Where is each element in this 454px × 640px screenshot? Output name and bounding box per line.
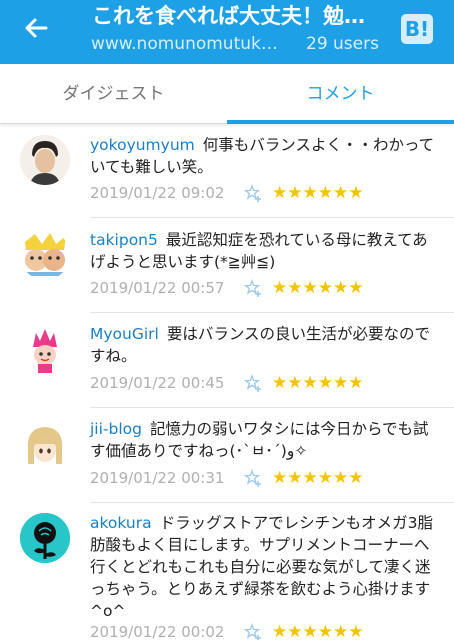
- comment-username[interactable]: jii-blog: [90, 420, 142, 438]
- cartoon-faces-avatar-icon[interactable]: [20, 230, 70, 280]
- tab-digest[interactable]: ダイジェスト: [0, 64, 227, 124]
- comment-username[interactable]: akokura: [90, 514, 152, 532]
- star-rating[interactable]: ★★★★★★: [272, 468, 363, 488]
- divider: [90, 502, 454, 503]
- star-rating[interactable]: ★★★★★★: [272, 373, 363, 393]
- comment-username[interactable]: takipon5: [90, 231, 158, 249]
- comment-text: akokura ドラッグストアでレシチンもオメガ3脂肪酸もよく目にします。サプリメ…: [90, 512, 438, 622]
- star-rating[interactable]: ★★★★★★: [272, 278, 363, 298]
- comment-username[interactable]: MyouGirl: [90, 325, 159, 343]
- tab-bar: ダイジェスト コメント: [0, 64, 454, 124]
- comment-text: jii-blog 記憶力の弱いワタシには今日からでも試す価値ありですねっ(･`ㅂ･…: [90, 418, 438, 462]
- add-star-icon[interactable]: [244, 468, 264, 488]
- comment-date: 2019/01/22 09:02: [90, 184, 225, 202]
- tab-comments[interactable]: コメント: [227, 64, 454, 124]
- active-tab-indicator: [227, 120, 454, 124]
- comment-list[interactable]: yokoyumyum 何事もバランスよく・・わかっていても難しい笑。 2019/0…: [0, 125, 454, 640]
- add-star-icon[interactable]: [244, 278, 264, 298]
- hatena-bookmark-icon[interactable]: B!: [401, 14, 433, 44]
- add-star-icon[interactable]: [244, 373, 264, 393]
- users-count[interactable]: 29 users: [306, 33, 379, 55]
- divider: [90, 407, 454, 408]
- comment-date: 2019/01/22 00:02: [90, 623, 225, 640]
- back-arrow-icon[interactable]: [20, 12, 52, 44]
- comment-date: 2019/01/22 00:31: [90, 469, 225, 487]
- rose-avatar-icon[interactable]: [20, 513, 70, 563]
- comment-text: yokoyumyum 何事もバランスよく・・わかっていても難しい笑。: [90, 134, 438, 178]
- divider: [90, 312, 454, 313]
- page-url[interactable]: www.nomunomutuk…: [91, 33, 287, 55]
- comment-date: 2019/01/22 00:57: [90, 279, 225, 297]
- app-bar: これを食べれば大丈夫！勉… www.nomunomutuk… 29 users …: [0, 0, 454, 64]
- comment-username[interactable]: yokoyumyum: [90, 136, 195, 154]
- pink-character-avatar-icon[interactable]: [20, 325, 70, 375]
- add-star-icon[interactable]: [244, 622, 264, 640]
- star-rating[interactable]: ★★★★★★: [272, 183, 363, 203]
- person-avatar-icon[interactable]: [20, 135, 70, 185]
- add-star-icon[interactable]: [244, 183, 264, 203]
- divider: [90, 217, 454, 218]
- anime-girl-avatar-icon[interactable]: [20, 420, 70, 470]
- comment-text: MyouGirl 要はバランスの良い生活が必要なのですね。: [90, 323, 438, 367]
- comment-date: 2019/01/22 00:45: [90, 374, 225, 392]
- page-title: これを食べれば大丈夫！勉…: [92, 4, 365, 28]
- star-rating[interactable]: ★★★★★★: [272, 622, 363, 640]
- comment-text: takipon5 最近認知症を恐れている母に教えてあげようと思います(*≧艸≦): [90, 229, 438, 273]
